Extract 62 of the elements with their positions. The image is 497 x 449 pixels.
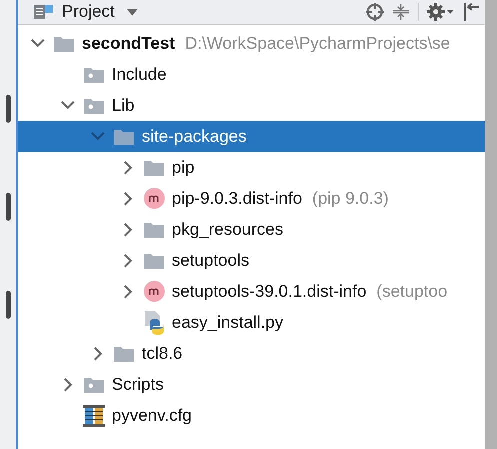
tree-item-label: Include xyxy=(112,64,167,84)
folder-icon xyxy=(144,222,164,238)
tree-row[interactable]: setuptools xyxy=(18,245,485,276)
settings-icon[interactable] xyxy=(427,3,455,21)
sidebar-icon[interactable] xyxy=(6,95,11,123)
locate-icon[interactable] xyxy=(366,3,384,21)
hide-panel-icon[interactable] xyxy=(463,3,479,21)
config-file-icon xyxy=(83,404,105,426)
chevron-right-icon[interactable] xyxy=(124,160,132,174)
folder-icon xyxy=(144,252,164,268)
folder-icon xyxy=(84,376,104,392)
collapse-all-icon[interactable] xyxy=(392,3,410,21)
dropdown-caret-icon[interactable] xyxy=(126,8,138,16)
tree-item-label: secondTest xyxy=(82,34,176,54)
project-icon xyxy=(34,4,54,20)
tree-item-label: site-packages xyxy=(142,126,247,146)
tree-item-label: easy_install.py xyxy=(172,312,284,332)
tree-row[interactable]: secondTest D:\WorkSpace\PycharmProjects\se xyxy=(18,28,485,59)
tree-item-label: pyvenv.cfg xyxy=(112,406,192,426)
folder-icon xyxy=(144,160,164,176)
tree-row[interactable]: pyvenv.cfg xyxy=(18,400,485,431)
chevron-down-icon[interactable] xyxy=(31,39,45,48)
chevron-right-icon[interactable] xyxy=(124,222,132,236)
tree-item-label: Lib xyxy=(112,96,135,116)
scrollbar[interactable] xyxy=(485,0,497,449)
tree-item-label: Scripts xyxy=(112,374,164,394)
python-file-icon xyxy=(144,310,164,334)
tree-row[interactable]: setuptools-39.0.1.dist-info (setuptoo xyxy=(18,276,485,307)
tree-item-label: pip xyxy=(172,158,195,178)
chevron-right-icon[interactable] xyxy=(124,192,132,206)
tree-row[interactable]: Include xyxy=(18,59,485,90)
tree-row[interactable]: tcl8.6 xyxy=(18,338,485,369)
chevron-right-icon[interactable] xyxy=(94,346,102,360)
folder-icon xyxy=(84,98,104,114)
sidebar-icon[interactable] xyxy=(6,193,11,221)
sidebar-icon[interactable] xyxy=(6,291,11,319)
path-hint: D:\WorkSpace\PycharmProjects\se xyxy=(185,34,450,54)
tree-item-label: tcl8.6 xyxy=(142,344,183,364)
tree-item-label: pkg_resources xyxy=(172,220,284,240)
chevron-down-icon[interactable] xyxy=(61,101,75,110)
tree-row[interactable]: Lib xyxy=(18,90,485,121)
package-icon xyxy=(144,188,164,209)
package-icon xyxy=(144,281,164,302)
chevron-right-icon[interactable] xyxy=(64,378,72,392)
chevron-right-icon[interactable] xyxy=(124,284,132,298)
tree-item-label: setuptools-39.0.1.dist-info xyxy=(172,282,367,302)
folder-icon xyxy=(54,36,74,52)
tree-item-label: setuptools xyxy=(172,250,250,270)
folder-icon xyxy=(114,346,134,362)
tree-row[interactable]: site-packages xyxy=(18,121,485,152)
tree-item-label: pip-9.0.3.dist-info xyxy=(172,188,302,208)
tree-row[interactable]: Scripts xyxy=(18,369,485,400)
tree-row[interactable]: pip xyxy=(18,152,485,183)
tree-row[interactable]: pip-9.0.3.dist-info (pip 9.0.3) xyxy=(18,183,485,214)
tree-row[interactable]: easy_install.py xyxy=(18,307,485,338)
chevron-right-icon[interactable] xyxy=(124,254,132,268)
path-hint: (setuptoo xyxy=(376,282,448,302)
path-hint: (pip 9.0.3) xyxy=(312,188,389,208)
tree-row[interactable]: pkg_resources xyxy=(18,214,485,245)
folder-icon xyxy=(114,128,134,144)
panel-title[interactable]: Project xyxy=(62,2,115,22)
folder-icon xyxy=(84,66,104,82)
